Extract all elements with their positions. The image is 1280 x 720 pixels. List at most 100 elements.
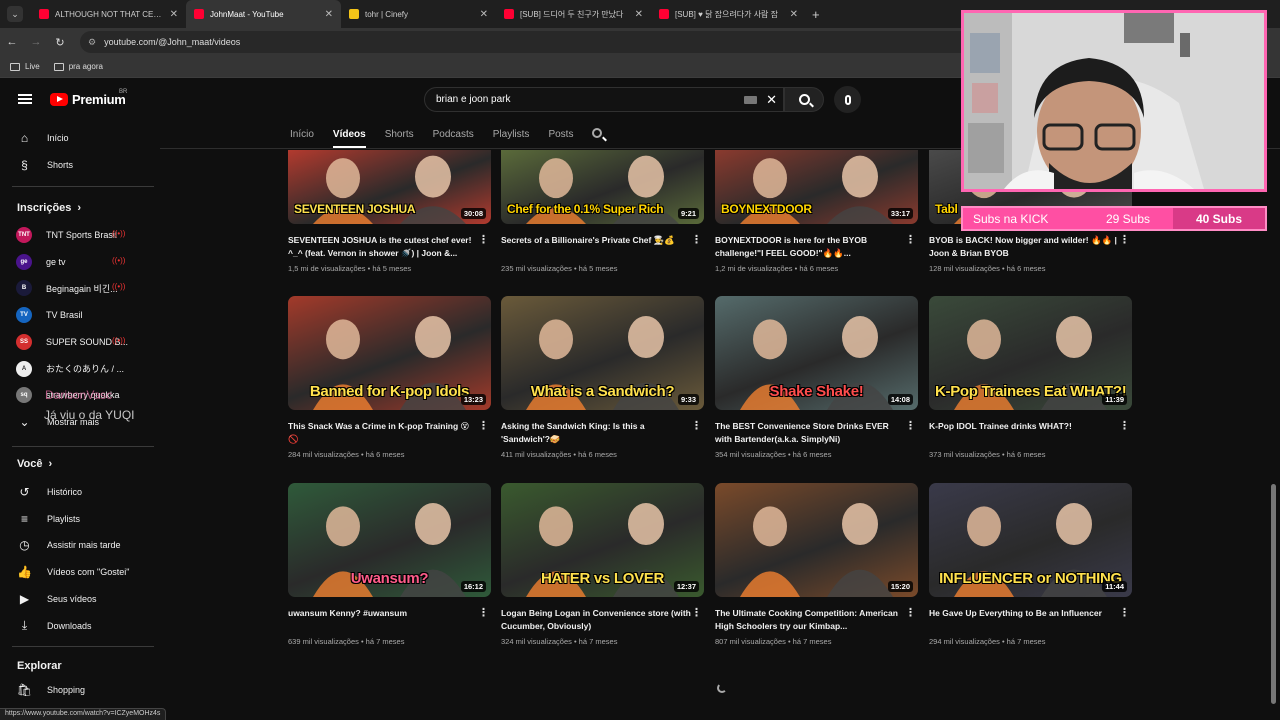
channel-avatar: B xyxy=(16,280,32,297)
youtube-logo[interactable]: Premium xyxy=(50,92,126,107)
video-age: há 6 meses xyxy=(792,450,832,459)
clear-search-icon[interactable]: ✕ xyxy=(766,92,777,108)
search-input[interactable]: brian e joon park ✕ xyxy=(424,87,784,112)
tab-início[interactable]: Início xyxy=(290,129,314,140)
video-title[interactable]: This Snack Was a Crime in K-pop Training… xyxy=(288,420,478,446)
video-options-icon[interactable]: ⋮ xyxy=(691,606,702,619)
video-options-icon[interactable]: ⋮ xyxy=(478,606,489,619)
video-card[interactable]: HATER vs LOVER 12:37 Logan Being Logan in … xyxy=(501,483,704,646)
sidebar-item-label: Shorts xyxy=(47,160,74,170)
tab-close-icon[interactable]: ✕ xyxy=(170,9,178,20)
video-thumbnail[interactable]: 15:20 xyxy=(715,483,918,597)
browser-tab[interactable]: tohr | Cinefy ✕ xyxy=(341,0,496,28)
sidebar-item-shopping[interactable]: 🛍 Shopping xyxy=(16,680,85,700)
video-options-icon[interactable]: ⋮ xyxy=(1119,606,1130,619)
video-options-icon[interactable]: ⋮ xyxy=(1119,419,1130,432)
search-button[interactable] xyxy=(784,87,824,112)
sidebar-item-início[interactable]: ⌂ Início xyxy=(16,128,69,148)
video-thumbnail[interactable]: What is a Sandwich? 9:33 xyxy=(501,296,704,410)
sidebar-subscription[interactable]: A おたくのありん / ... xyxy=(16,359,124,379)
bookmark-pra-agora[interactable]: pra agora xyxy=(53,62,103,71)
sidebar-item-download[interactable]: ⤓ Downloads xyxy=(16,616,92,636)
video-title[interactable]: Logan Being Logan in Convenience store (… xyxy=(501,607,691,633)
sidebar-item-watch-later[interactable]: ◷ Assistir mais tarde xyxy=(16,535,120,555)
video-card[interactable]: What is a Sandwich? 9:33 Asking the Sandwi… xyxy=(501,296,704,459)
video-options-icon[interactable]: ⋮ xyxy=(478,233,489,246)
browser-tab[interactable]: [SUB] 드디어 두 친구가 만났다 ✕ xyxy=(496,0,651,28)
video-duration: 16:12 xyxy=(460,581,486,592)
video-title[interactable]: K-Pop IDOL Trainee drinks WHAT?! xyxy=(929,420,1119,446)
video-thumbnail[interactable]: Shake Shake! 14:08 xyxy=(715,296,918,410)
tab-podcasts[interactable]: Podcasts xyxy=(433,129,474,140)
tab-close-icon[interactable]: ✕ xyxy=(790,9,798,20)
browser-tab[interactable]: JohnMaat - YouTube ✕ xyxy=(186,0,341,28)
video-card[interactable]: Banned for K-pop Idols 13:23 This Snack Wa… xyxy=(288,296,491,459)
video-title[interactable]: BOYNEXTDOOR is here for the BYOB challen… xyxy=(715,234,905,260)
tab-close-icon[interactable]: ✕ xyxy=(635,9,643,20)
video-title[interactable]: Asking the Sandwich King: Is this a 'San… xyxy=(501,420,691,446)
video-card[interactable]: SEVENTEEN JOSHUA 30:08 SEVENTEEN JOSHUA is… xyxy=(288,150,491,273)
video-options-icon[interactable]: ⋮ xyxy=(478,419,489,432)
video-thumbnail[interactable]: BOYNEXTDOOR 33:17 xyxy=(715,150,918,224)
sidebar-item-playlists[interactable]: ≡ Playlists xyxy=(16,509,80,529)
browser-tab[interactable]: ALTHOUGH NOT THAT CENTER ✕ xyxy=(31,0,186,28)
video-thumbnail[interactable]: Uwansum? 16:12 xyxy=(288,483,491,597)
video-title[interactable]: uwansum Kenny? #uwansum xyxy=(288,607,478,633)
browser-tab[interactable]: [SUB] ♥ 닭 잡으려다가 사람 잡 ✕ xyxy=(651,0,806,28)
video-options-icon[interactable]: ⋮ xyxy=(905,233,916,246)
video-card[interactable]: K-Pop Trainees Eat WHAT?! 11:39 K-Pop IDOL… xyxy=(929,296,1132,459)
voice-search-button[interactable] xyxy=(834,86,861,113)
new-tab-button[interactable]: + xyxy=(812,7,820,22)
video-thumbnail[interactable]: SEVENTEEN JOSHUA 30:08 xyxy=(288,150,491,224)
menu-icon[interactable] xyxy=(18,94,32,104)
sidebar-item-history[interactable]: ↺ Histórico xyxy=(16,482,82,502)
page-scrollbar[interactable] xyxy=(1271,484,1276,704)
bookmark-live[interactable]: Live xyxy=(10,62,40,71)
tab-posts[interactable]: Posts xyxy=(548,129,573,140)
video-card[interactable]: Chef for the 0.1% Super Rich 9:21 Secrets … xyxy=(501,150,704,273)
forward-button[interactable]: → xyxy=(24,36,48,48)
keyboard-icon[interactable] xyxy=(744,96,757,104)
video-card[interactable]: Shake Shake! 14:08 The BEST Convenience St… xyxy=(715,296,918,459)
video-title[interactable]: Secrets of a Billionaire's Private Chef … xyxy=(501,234,691,260)
tab-close-icon[interactable]: ✕ xyxy=(325,9,333,20)
tab-shorts[interactable]: Shorts xyxy=(385,129,414,140)
you-heading[interactable]: Você › xyxy=(17,458,52,470)
video-thumbnail[interactable]: HATER vs LOVER 12:37 xyxy=(501,483,704,597)
video-title[interactable]: BYOB is BACK! Now bigger and wilder! 🔥🔥 … xyxy=(929,234,1119,260)
video-options-icon[interactable]: ⋮ xyxy=(905,606,916,619)
sidebar-subscription[interactable]: TNT TNT Sports Brasil xyxy=(16,225,117,245)
tab-playlists[interactable]: Playlists xyxy=(493,129,530,140)
sidebar-subscription[interactable]: TV TV Brasil xyxy=(16,305,83,325)
video-title[interactable]: He Gave Up Everything to Be an Influence… xyxy=(929,607,1119,633)
sidebar-item-shorts[interactable]: § Shorts xyxy=(16,155,73,175)
reload-button[interactable]: ↻ xyxy=(48,36,72,49)
video-card[interactable]: INFLUENCER or NOTHING 11:44 He Gave Up Eve… xyxy=(929,483,1132,646)
video-options-icon[interactable]: ⋮ xyxy=(905,419,916,432)
tab-vídeos[interactable]: Vídeos xyxy=(332,129,366,148)
video-options-icon[interactable]: ⋮ xyxy=(1119,233,1130,246)
tab-close-icon[interactable]: ✕ xyxy=(480,9,488,20)
video-card[interactable]: Uwansum? 16:12 uwansum Kenny? #uwansum 639 … xyxy=(288,483,491,646)
subscriptions-heading[interactable]: Inscrições › xyxy=(17,202,81,214)
video-options-icon[interactable]: ⋮ xyxy=(691,233,702,246)
video-title[interactable]: The BEST Convenience Store Drinks EVER w… xyxy=(715,420,905,446)
video-card[interactable]: 15:20 The Ultimate Cooking Competition: A… xyxy=(715,483,918,646)
sidebar-subscription[interactable]: ge ge tv xyxy=(16,252,66,272)
tab-search-button[interactable]: ⌄ xyxy=(7,6,23,22)
back-button[interactable]: ← xyxy=(0,36,24,48)
channel-search-icon[interactable] xyxy=(592,127,603,141)
video-thumbnail[interactable]: Chef for the 0.1% Super Rich 9:21 xyxy=(501,150,704,224)
video-thumbnail[interactable]: K-Pop Trainees Eat WHAT?! 11:39 xyxy=(929,296,1132,410)
sidebar-item-your-videos[interactable]: ▶ Seus vídeos xyxy=(16,589,97,609)
video-title[interactable]: SEVENTEEN JOSHUA is the cutest chef ever… xyxy=(288,234,478,260)
meta-separator: • xyxy=(785,450,793,459)
site-info-icon[interactable]: ⚙ xyxy=(88,37,96,48)
video-options-icon[interactable]: ⋮ xyxy=(691,419,702,432)
video-thumbnail[interactable]: Banned for K-pop Idols 13:23 xyxy=(288,296,491,410)
video-card[interactable]: BOYNEXTDOOR 33:17 BOYNEXTDOOR is here for … xyxy=(715,150,918,273)
sidebar-item-like[interactable]: 👍 Vídeos com "Gostei" xyxy=(16,562,129,582)
sidebar-subscription[interactable]: B Beginagain 비긴... xyxy=(16,278,118,298)
video-title[interactable]: The Ultimate Cooking Competition: Americ… xyxy=(715,607,905,633)
video-thumbnail[interactable]: INFLUENCER or NOTHING 11:44 xyxy=(929,483,1132,597)
